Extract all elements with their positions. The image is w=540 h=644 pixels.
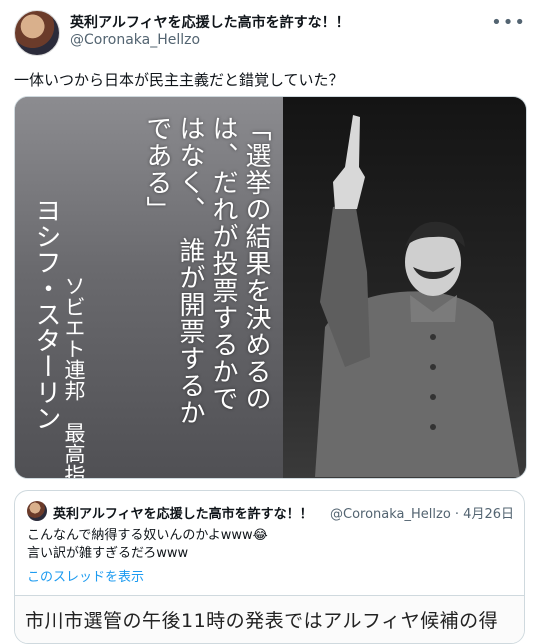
quote-line-2: は、だれが投票するかで xyxy=(208,115,238,412)
show-thread-link[interactable]: このスレッドを表示 xyxy=(27,566,144,585)
author-handle[interactable]: @Coronaka_Hellzo xyxy=(70,32,200,48)
quote-line-3: はなく、 誰が開票するか xyxy=(175,115,205,426)
attribution-name: ヨシフ・スターリン xyxy=(31,197,61,431)
quote-line-1: 「選挙の結果を決めるの xyxy=(241,115,271,412)
quoted-text-line-1: こんなんで納得する奴いんのかよwww😂 xyxy=(27,528,268,543)
more-horizontal-icon[interactable]: ••• xyxy=(491,12,526,33)
avatar[interactable] xyxy=(14,10,60,56)
quoted-avatar xyxy=(27,501,47,521)
quoted-media[interactable]: 市川市選管の午後11時の発表ではアルフィヤ候補の得 xyxy=(15,595,524,643)
quoted-media-text: 市川市選管の午後11時の発表ではアルフィヤ候補の得 xyxy=(25,610,499,632)
quoted-tweet[interactable]: 英利アルフィヤを応援した高市を許すな！！ @Coronaka_Hellzo · … xyxy=(14,490,525,644)
tweet-image[interactable]: 「選挙の結果を決めるの は、だれが投票するかで はなく、 誰が開票するか である… xyxy=(14,96,527,479)
quoted-display-name: 英利アルフィヤを応援した高市を許すな！！ xyxy=(53,507,313,522)
tweet-header: 英利アルフィヤを応援した高市を許すな！！ @Coronaka_Hellzo ••… xyxy=(14,10,526,56)
quoted-meta: @Coronaka_Hellzo · 4月26日 xyxy=(330,507,514,522)
tweet-text: 一体いつから日本が民主主義だと錯覚していた？ xyxy=(14,71,344,89)
author-display-name[interactable]: 英利アルフィヤを応援した高市を許すな！！ xyxy=(70,12,350,32)
quoted-text-line-2: 言い訳が雑すぎるだろwww xyxy=(27,546,189,561)
quote-line-4: である」 xyxy=(142,115,172,223)
attribution-title: ソビエト連邦 最高指導者 xyxy=(62,275,86,479)
